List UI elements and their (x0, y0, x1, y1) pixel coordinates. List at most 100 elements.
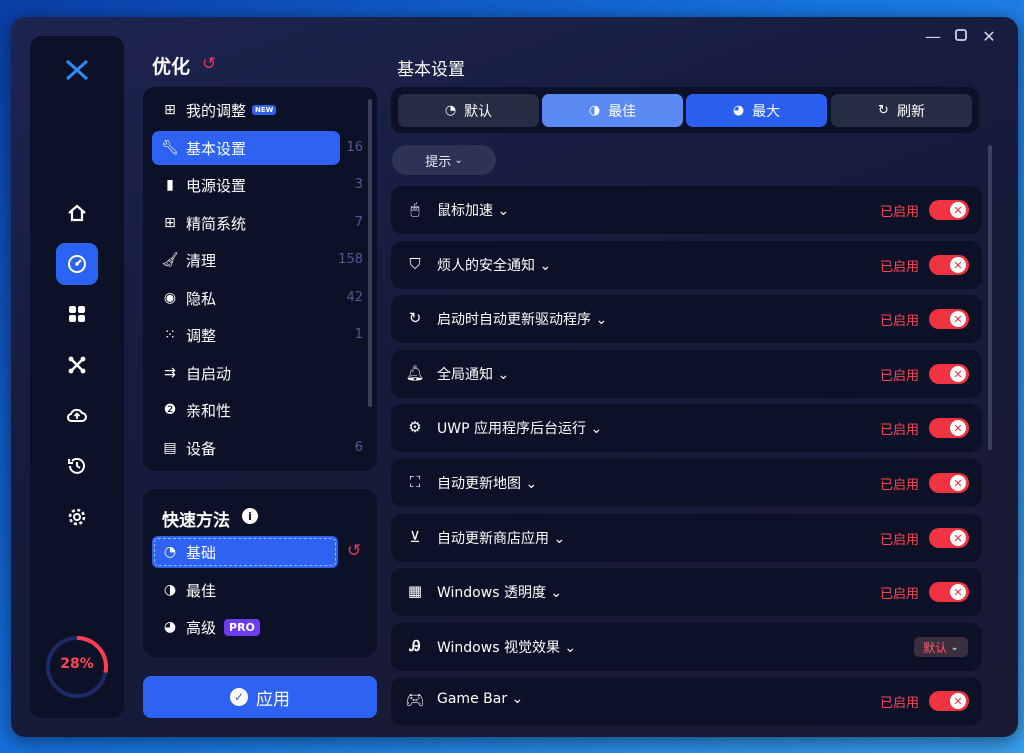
quick-label: 基础 (186, 543, 217, 562)
app-window: — ✕ 28% 优化 ↺ ⊞ 我的调整 NEW 🔧︎ 基本设置 16 ▮ 电源设… (11, 17, 1018, 737)
history-icon[interactable] (56, 445, 98, 487)
apps-icon[interactable] (56, 293, 98, 335)
home-icon[interactable] (56, 192, 98, 234)
minimize-icon[interactable]: — (923, 27, 943, 46)
setting-row-transparency[interactable]: ▦ Windows 透明度 ⌄ 已启用 ✕ (391, 568, 982, 616)
close-icon: ✕ (950, 693, 966, 709)
close-icon: ✕ (950, 311, 966, 327)
category-devices[interactable]: ▤ 设备 (152, 431, 340, 465)
close-icon: ✕ (950, 475, 966, 491)
quick-label: 最佳 (186, 581, 217, 600)
settings-scrollbar[interactable] (988, 145, 992, 450)
setting-row-map-updates[interactable]: ⛶ 自动更新地图 ⌄ 已启用 ✕ (391, 459, 982, 507)
tools-icon[interactable] (56, 344, 98, 386)
setting-row-store-updates[interactable]: ⊻ 自动更新商店应用 ⌄ 已启用 ✕ (391, 514, 982, 562)
setting-select[interactable]: 默认 ⌄ (914, 637, 968, 657)
category-privacy[interactable]: ◉ 隐私 (152, 281, 340, 315)
bell-icon: 🔔︎ (405, 364, 425, 382)
setting-label: 烦人的安全通知 (437, 258, 535, 274)
gauge-icon[interactable] (56, 243, 98, 285)
setting-row-global-notifications[interactable]: 🔔︎ 全局通知 ⌄ 已启用 ✕ (391, 350, 982, 398)
chevron-down-icon: ⌄ (497, 203, 510, 219)
close-icon: ✕ (950, 257, 966, 273)
category-count: 3 (354, 177, 363, 192)
setting-toggle[interactable]: ✕ (929, 582, 969, 602)
setting-toggle[interactable]: ✕ (929, 200, 969, 220)
setting-toggle[interactable]: ✕ (929, 309, 969, 329)
speedometer-low-icon: ◔ (163, 544, 177, 560)
setting-status: 已启用 (879, 205, 919, 220)
setting-toggle[interactable]: ✕ (929, 255, 969, 275)
setting-status: 已启用 (879, 587, 919, 602)
icon-rail: 28% (30, 36, 124, 718)
cloud-upload-icon[interactable] (56, 394, 98, 436)
category-affinity[interactable]: ❷ 亲和性 (152, 393, 340, 427)
category-label: 精简系统 (186, 214, 247, 233)
quick-label: 高级 (186, 618, 217, 637)
setting-row-driver-updates[interactable]: ↻ 启动时自动更新驱动程序 ⌄ 已启用 ✕ (391, 295, 982, 343)
gamepad-icon: 🎮︎ (405, 691, 425, 709)
undo-icon[interactable]: ↺ (202, 54, 216, 74)
category-basic-settings[interactable]: 🔧︎ 基本设置 (152, 131, 340, 165)
category-label: 亲和性 (186, 401, 232, 420)
setting-label: 启动时自动更新驱动程序 (437, 312, 591, 328)
reset-quick-icon[interactable]: ↺ (347, 541, 361, 561)
setting-row-game-bar[interactable]: 🎮︎ Game Bar ⌄ 已启用 ✕ (391, 677, 982, 725)
preset-default[interactable]: ◔ 默认 (398, 94, 539, 127)
setting-toggle[interactable]: ✕ (929, 364, 969, 384)
quick-best[interactable]: ◑ 最佳 (152, 574, 338, 606)
setting-status: 已启用 (879, 533, 919, 548)
setting-toggle[interactable]: ✕ (929, 473, 969, 493)
setting-status: 已启用 (879, 423, 919, 438)
preset-max[interactable]: ◕ 最大 (686, 94, 827, 127)
setting-label: 自动更新商店应用 (437, 531, 549, 547)
tune-icon: ⊞ (164, 102, 176, 118)
preset-best[interactable]: ◑ 最佳 (542, 94, 683, 127)
info-icon[interactable]: i (242, 508, 258, 524)
chevron-down-icon: ⌄ (511, 691, 524, 707)
apply-button[interactable]: ✓ 应用 (143, 676, 377, 718)
category-tweaks[interactable]: ⁙ 调整 (152, 318, 340, 352)
speedometer-mid-icon: ◑ (588, 103, 601, 118)
setting-row-visual-effects[interactable]: Ꭿ Windows 视觉效果 ⌄ 默认 ⌄ (391, 623, 982, 671)
maximize-icon[interactable] (951, 27, 971, 46)
preset-label: 最大 (752, 103, 781, 120)
category-power[interactable]: ▮ 电源设置 (152, 168, 340, 202)
chevron-down-icon: ⌄ (590, 421, 603, 437)
category-startup[interactable]: ⇉ 自启动 (152, 356, 340, 390)
hint-dropdown[interactable]: 提示 ⌄ (392, 145, 496, 175)
shield-icon: ⛉ (409, 255, 421, 273)
setting-row-uwp-background[interactable]: ⚙ UWP 应用程序后台运行 ⌄ 已启用 ✕ (391, 404, 982, 452)
setting-label: 鼠标加速 (437, 203, 493, 219)
speedometer-mid-icon: ◑ (163, 582, 177, 598)
chevron-down-icon: ⌄ (595, 312, 608, 328)
speedometer-high-icon: ◕ (163, 619, 177, 635)
refresh-icon: ↻ (878, 103, 889, 118)
download-icon: ⊻ (409, 528, 421, 546)
setting-row-security-notifications[interactable]: ⛉ 烦人的安全通知 ⌄ 已启用 ✕ (391, 241, 982, 289)
optimization-gauge: 28% (44, 634, 110, 700)
chevron-down-icon: ⌄ (539, 258, 552, 274)
setting-toggle[interactable]: ✕ (929, 528, 969, 548)
category-label: 设备 (186, 439, 217, 458)
map-icon: ⛶ (409, 473, 421, 491)
category-clean[interactable]: 🧹︎ 清理 (152, 243, 340, 277)
quick-advanced[interactable]: ◕ 高级 PRO (152, 611, 338, 643)
preset-refresh[interactable]: ↻ 刷新 (831, 94, 972, 127)
close-icon: ✕ (950, 366, 966, 382)
category-debloat[interactable]: ⊞ 精简系统 (152, 206, 340, 240)
close-icon: ✕ (950, 584, 966, 600)
category-scrollbar[interactable] (368, 99, 372, 407)
setting-row-mouse-acceleration[interactable]: 🖱︎ 鼠标加速 ⌄ 已启用 ✕ (391, 186, 982, 234)
quick-basic[interactable]: ◔ 基础 (152, 536, 338, 568)
category-count: 1 (354, 327, 363, 342)
settings-icon[interactable] (56, 496, 98, 538)
page-title: 基本设置 (397, 60, 465, 80)
category-my-tweaks[interactable]: ⊞ 我的调整 NEW (152, 93, 340, 127)
setting-toggle[interactable]: ✕ (929, 691, 969, 711)
setting-status: 已启用 (879, 478, 919, 493)
setting-label: Game Bar (437, 691, 508, 707)
category-label: 基本设置 (186, 139, 247, 158)
close-icon[interactable]: ✕ (979, 27, 999, 46)
setting-toggle[interactable]: ✕ (929, 418, 969, 438)
